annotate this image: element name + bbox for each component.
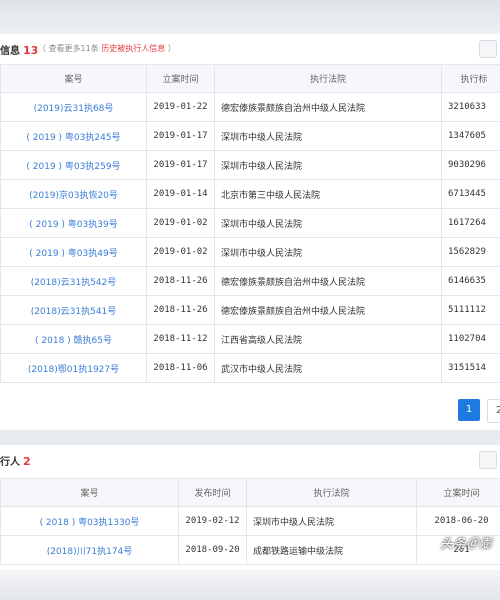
amount: 1347605 <box>441 121 500 151</box>
court-name: 德宏傣族景颇族自治州中级人民法院 <box>214 92 442 122</box>
court-name: 江西省高级人民法院 <box>214 324 442 354</box>
executor-table: 案号 发布时间 执行法院 立案时间 ( 2018 ) 粤03执1330号 2019… <box>0 478 500 565</box>
amount: 1617264 <box>441 208 500 238</box>
filing-date: 2019-01-17 <box>146 121 215 151</box>
table-row: (2019)京03执恢20号 2019-01-14 北京市第三中级人民法院 67134… <box>0 179 500 209</box>
amount: 6146635 <box>441 266 500 296</box>
history-note: （ 查看更多11条 历史被执行人信息 ） <box>38 44 176 53</box>
court-name: 北京市第三中级人民法院 <box>214 179 442 209</box>
filing-date: 2019-01-02 <box>146 208 215 238</box>
section-header: 信息 13 （ 查看更多11条 历史被执行人信息 ） <box>0 34 500 66</box>
amount: 6713445 <box>441 179 500 209</box>
case-number-link[interactable]: (2018)川71执174号 <box>0 535 179 565</box>
col-filing-date: 立案时间 <box>416 478 500 507</box>
filing-date: 2019-01-22 <box>146 92 215 122</box>
filing-date: 2019-01-17 <box>146 150 215 180</box>
filing-date: 2018-11-26 <box>146 266 215 296</box>
history-link[interactable]: 历史被执行人信息 <box>101 44 165 53</box>
col-case-number: 案号 <box>0 478 179 507</box>
amount: 5111112 <box>441 295 500 325</box>
publish-date: 2019-02-12 <box>178 506 247 536</box>
table-header-row: 案号 发布时间 执行法院 立案时间 <box>0 478 500 507</box>
table-row: ( 2019 ) 粤03执49号 2019-01-02 深圳市中级人民法院 15628… <box>0 237 500 267</box>
table-row: ( 2018 ) 赣执65号 2018-11-12 江西省高级人民法院 1102704 <box>0 324 500 354</box>
col-court: 执行法院 <box>246 478 417 507</box>
amount: 3210633 <box>441 92 500 122</box>
table-row: ( 2019 ) 粤03执259号 2019-01-17 深圳市中级人民法院 9030… <box>0 150 500 180</box>
col-case-number: 案号 <box>0 64 147 93</box>
export-icon[interactable] <box>479 451 497 469</box>
table-row: ( 2019 ) 粤03执245号 2019-01-17 深圳市中级人民法院 1347… <box>0 121 500 151</box>
case-number-link[interactable]: (2019)云31执68号 <box>0 92 147 122</box>
case-number-link[interactable]: ( 2019 ) 粤03执259号 <box>0 150 147 180</box>
filing-date: 2019-01-14 <box>146 179 215 209</box>
case-number-link[interactable]: ( 2019 ) 粤03执39号 <box>0 208 147 238</box>
section-header: 行人 2 <box>0 445 500 477</box>
table-row: ( 2019 ) 粤03执39号 2019-01-02 深圳市中级人民法院 16172… <box>0 208 500 238</box>
case-number-link[interactable]: ( 2019 ) 粤03执49号 <box>0 237 147 267</box>
court-name: 深圳市中级人民法院 <box>214 208 442 238</box>
filing-date: 2019-01-02 <box>146 237 215 267</box>
section-count: 2 <box>23 455 31 468</box>
section-title: 行人 2 <box>0 455 31 468</box>
col-amount: 执行标 <box>441 64 500 93</box>
table-row: (2018)云31执541号 2018-11-26 德宏傣族景颇族自治州中级人民法院… <box>0 295 500 325</box>
case-number-link[interactable]: ( 2019 ) 粤03执245号 <box>0 121 147 151</box>
amount: 9030296 <box>441 150 500 180</box>
court-name: 深圳市中级人民法院 <box>246 506 417 536</box>
amount: 1562829 <box>441 237 500 267</box>
table-row: (2019)云31执68号 2019-01-22 德宏傣族景颇族自治州中级人民法院 3… <box>0 92 500 122</box>
enforcement-table: 案号 立案时间 执行法院 执行标 (2019)云31执68号 2019-01-22… <box>0 64 500 383</box>
court-name: 德宏傣族景颇族自治州中级人民法院 <box>214 295 442 325</box>
section-title: 信息 13 <box>0 44 39 57</box>
case-number-link[interactable]: (2019)京03执恢20号 <box>0 179 147 209</box>
bottom-background <box>0 570 500 600</box>
amount: 1102704 <box>441 324 500 354</box>
filing-date: 2018-11-12 <box>146 324 215 354</box>
case-number-link[interactable]: (2018)云31执541号 <box>0 295 147 325</box>
dishonest-executor-panel: 行人 2 案号 发布时间 执行法院 立案时间 ( 2018 ) 粤03执1330号… <box>0 445 500 570</box>
export-icon[interactable] <box>479 40 497 58</box>
filing-date: 2018-06-20 <box>416 506 500 536</box>
col-publish-date: 发布时间 <box>178 478 247 507</box>
filing-date: 2018-11-26 <box>146 295 215 325</box>
table-header-row: 案号 立案时间 执行法院 执行标 <box>0 64 500 93</box>
amount: 3151514 <box>441 353 500 383</box>
table-row: (2018)鄂01执1927号 2018-11-06 武汉市中级人民法院 315151… <box>0 353 500 383</box>
section-count: 13 <box>23 44 39 57</box>
case-number-link[interactable]: (2018)云31执542号 <box>0 266 147 296</box>
col-filing-date: 立案时间 <box>146 64 215 93</box>
case-number-link[interactable]: ( 2018 ) 赣执65号 <box>0 324 147 354</box>
publish-date: 2018-09-20 <box>178 535 247 565</box>
enforcement-info-panel: 信息 13 （ 查看更多11条 历史被执行人信息 ） 案号 立案时间 执行法院 执… <box>0 34 500 430</box>
court-name: 深圳市中级人民法院 <box>214 150 442 180</box>
court-name: 德宏傣族景颇族自治州中级人民法院 <box>214 266 442 296</box>
table-row: (2018)云31执542号 2018-11-26 德宏傣族景颇族自治州中级人民法院… <box>0 266 500 296</box>
case-number-link[interactable]: ( 2018 ) 粤03执1330号 <box>0 506 179 536</box>
page-button-current[interactable]: 1 <box>458 399 480 421</box>
table-row: ( 2018 ) 粤03执1330号 2019-02-12 深圳市中级人民法院 201… <box>0 506 500 536</box>
court-name: 深圳市中级人民法院 <box>214 237 442 267</box>
watermark-text: 头条＠澎 <box>440 537 493 552</box>
case-number-link[interactable]: (2018)鄂01执1927号 <box>0 353 147 383</box>
page-button-next[interactable]: 2 <box>487 399 500 423</box>
court-name: 深圳市中级人民法院 <box>214 121 442 151</box>
col-court: 执行法院 <box>214 64 442 93</box>
table-row: (2018)川71执174号 2018-09-20 成都铁路运输中级法院 201 <box>0 535 500 565</box>
top-background <box>0 0 500 34</box>
court-name: 成都铁路运输中级法院 <box>246 535 417 565</box>
filing-date: 2018-11-06 <box>146 353 215 383</box>
court-name: 武汉市中级人民法院 <box>214 353 442 383</box>
